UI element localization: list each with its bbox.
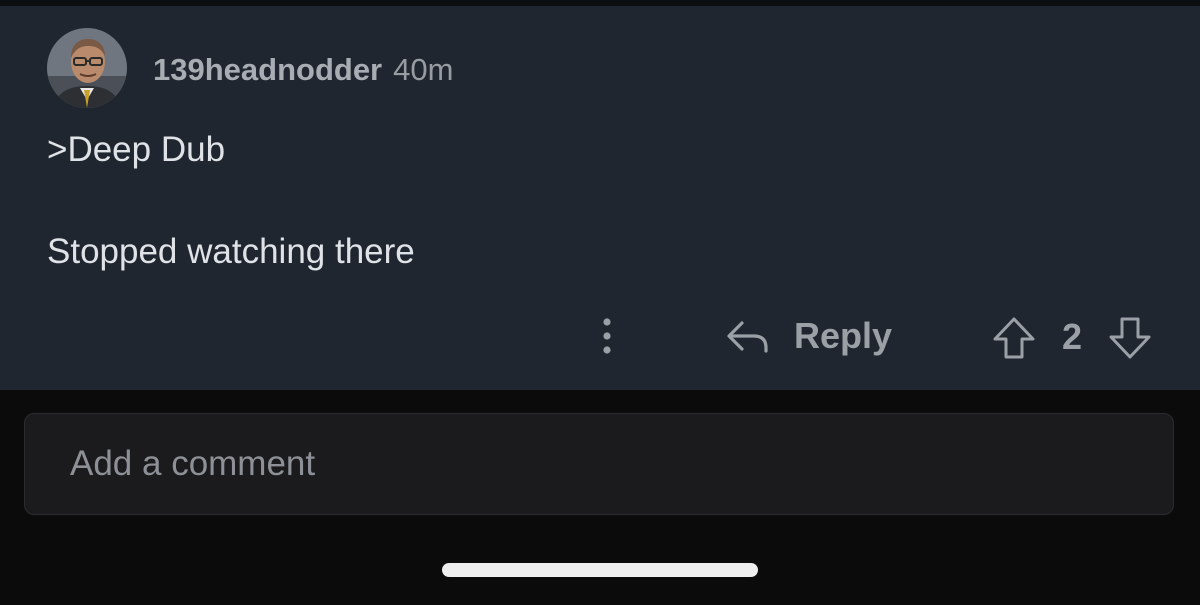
author-name[interactable]: 139headnodder [153,52,382,88]
upvote-button[interactable] [990,314,1038,362]
vertical-ellipsis-icon [603,318,611,354]
arrow-up-icon [993,317,1035,359]
comment-composer[interactable] [24,413,1174,515]
comment-input[interactable] [70,414,1130,514]
user-avatar-icon[interactable] [47,28,127,108]
home-indicator[interactable] [442,563,758,577]
more-options-button[interactable] [590,312,624,360]
downvote-button[interactable] [1106,314,1154,362]
reply-arrow-icon [727,321,768,353]
comment-card: 139headnodder 40m >Deep Dub Stopped watc… [0,6,1200,390]
comment-timestamp: 40m [393,52,454,87]
arrow-down-icon [1109,317,1151,359]
comment-text-line-2: Stopped watching there [47,232,415,271]
vote-count: 2 [1061,316,1083,357]
reply-button[interactable]: Reply [722,306,892,366]
comment-text-line-1: >Deep Dub [47,130,226,169]
comment-header: 139headnodder 40m [153,52,453,92]
reply-label: Reply [794,315,893,356]
